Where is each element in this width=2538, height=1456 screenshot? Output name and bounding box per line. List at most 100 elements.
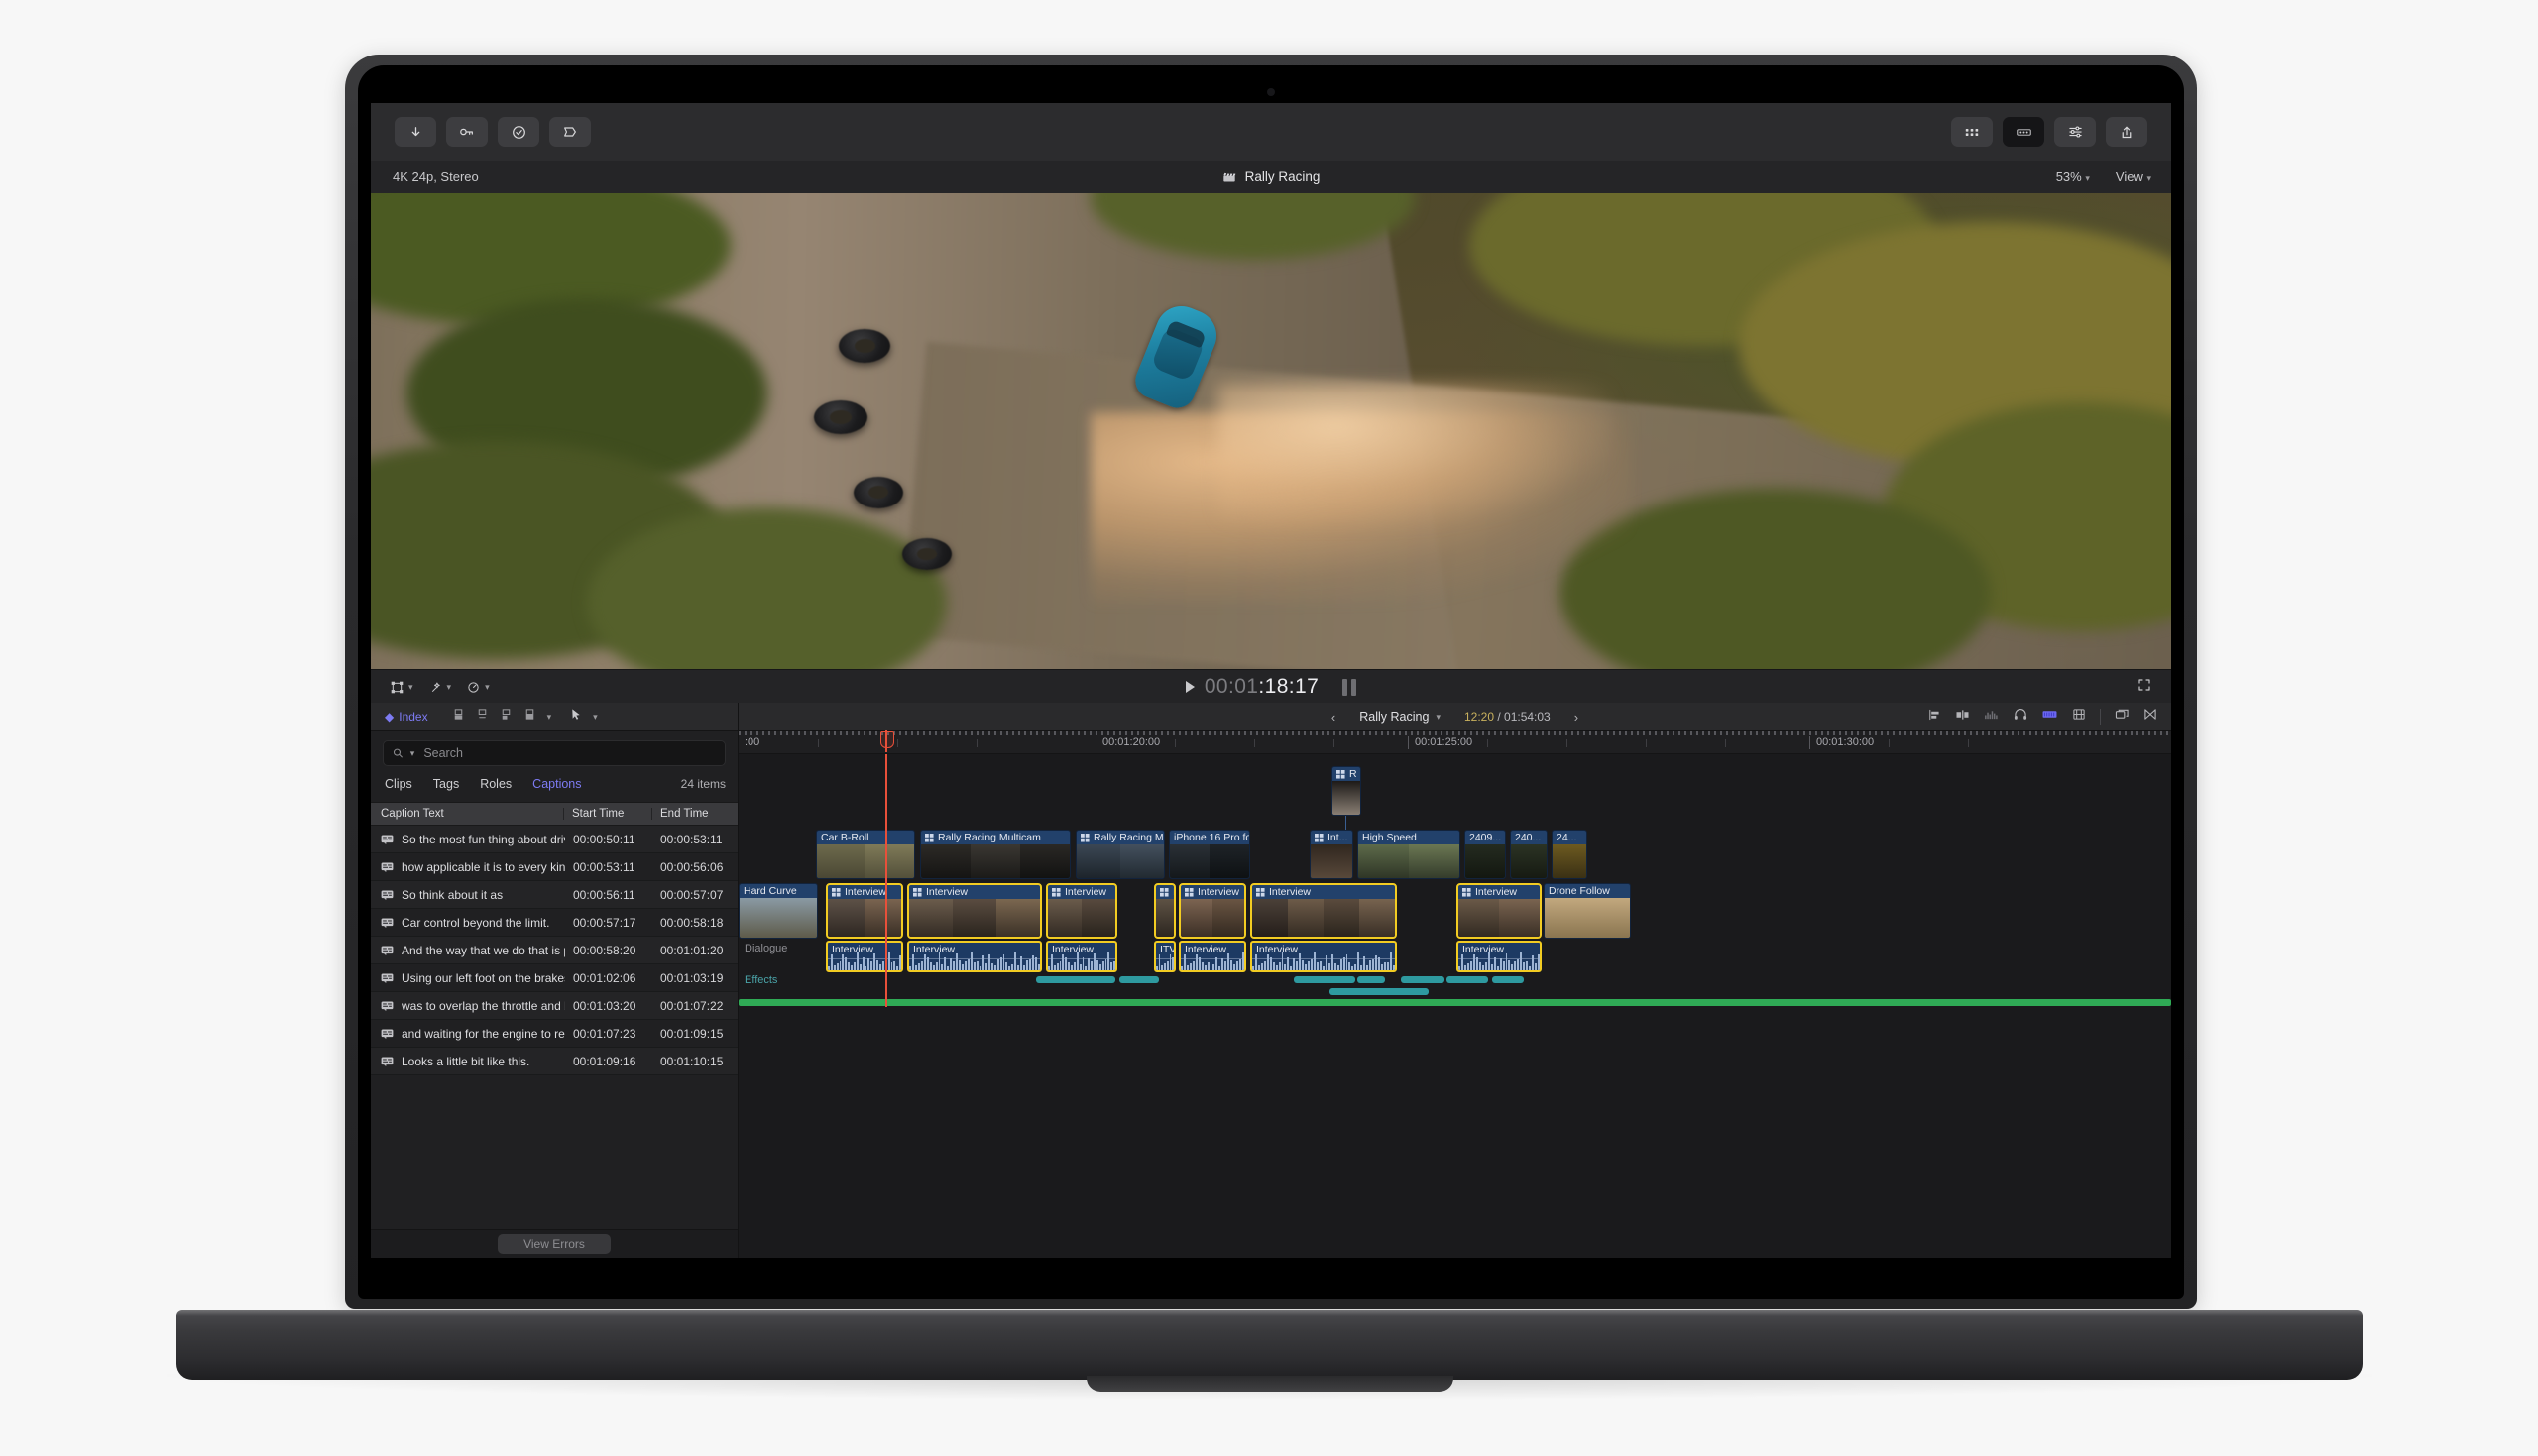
previous-project-button[interactable]: ‹ — [1331, 710, 1335, 725]
caption-row[interactable]: So the most fun thing about driving a ra… — [371, 826, 738, 853]
effect-bar[interactable] — [1357, 976, 1385, 983]
audio-clip[interactable]: Interview — [1250, 941, 1397, 972]
clip-appearance-small-button[interactable] — [452, 708, 465, 726]
timeline-clip[interactable]: R — [1331, 766, 1361, 816]
timeline-clip[interactable]: Interview — [1046, 883, 1117, 939]
clip-thumbnails — [909, 899, 1040, 937]
audio-clip[interactable]: Interview — [1046, 941, 1117, 972]
clip-label: Drone Follow — [1549, 885, 1610, 897]
timeline-clip[interactable]: iPhone 16 Pro fo... — [1169, 830, 1250, 879]
share-button[interactable] — [2106, 117, 2147, 147]
effect-bar[interactable] — [1446, 976, 1488, 983]
select-tool-button[interactable] — [570, 708, 582, 726]
clip-label: 240... — [1515, 832, 1542, 843]
waveform — [1181, 949, 1244, 970]
timeline-clip[interactable]: Interview — [1179, 883, 1246, 939]
tab-captions[interactable]: Captions — [532, 777, 581, 791]
chevron-down-icon[interactable]: ▾ — [593, 712, 598, 723]
effect-bar[interactable] — [1294, 976, 1355, 983]
pause-icon[interactable] — [1342, 678, 1357, 696]
caption-row[interactable]: Using our left foot on the brakes allows… — [371, 964, 738, 992]
audio-clip[interactable]: Interview — [826, 941, 903, 972]
caption-row[interactable]: Looks a little bit like this. 00:01:09:16… — [371, 1048, 738, 1075]
audio-clip[interactable]: Interview — [1456, 941, 1542, 972]
audio-clip[interactable]: Interview — [907, 941, 1042, 972]
timeline-clip[interactable]: Car B-Roll — [816, 830, 915, 879]
play-icon[interactable] — [1185, 681, 1195, 693]
caption-text-cell: Using our left foot on the brakes allows — [371, 971, 565, 985]
tab-clips[interactable]: Clips — [385, 777, 412, 791]
timeline-project-menu[interactable]: Rally Racing ▾ — [1359, 710, 1441, 724]
timeline-clip[interactable]: Rally Racing Multicam — [920, 830, 1071, 879]
caption-end-time: 00:00:57:07 — [660, 887, 724, 902]
caption-row[interactable]: Car control beyond the limit. 00:00:57:17… — [371, 909, 738, 937]
audio-clip[interactable]: ITV — [1154, 941, 1176, 972]
ruler-label: :00 — [745, 736, 760, 748]
timeline-clip[interactable]: Interview — [907, 883, 1042, 939]
timeline-clip[interactable]: Interview — [826, 883, 903, 939]
caption-row[interactable]: and waiting for the engine to respond. 00… — [371, 1020, 738, 1048]
browser-button[interactable] — [1951, 117, 1993, 147]
multicam-icon — [1081, 833, 1090, 842]
effect-bar[interactable] — [1329, 988, 1429, 995]
favorite-button[interactable] — [498, 117, 539, 147]
timeline-button[interactable] — [2003, 117, 2044, 147]
caption-row[interactable]: So think about it as 00:00:56:11 00:00:57:… — [371, 881, 738, 909]
effect-bar[interactable] — [1401, 976, 1444, 983]
playhead-timecode[interactable]: 00:01:18:17 — [1205, 675, 1319, 699]
viewer-canvas[interactable]: Transcribing to Captions... × Adding Cap… — [371, 193, 2171, 669]
column-end-time[interactable]: End Time — [651, 808, 738, 820]
timeline-lanes[interactable]: R Car B-Roll Rally Racing Multicam Rally… — [739, 754, 2171, 1007]
timeline-clip[interactable]: I — [1154, 883, 1176, 939]
view-errors-bar: View Errors — [371, 1229, 738, 1258]
inspector-button[interactable] — [2054, 117, 2096, 147]
caption-button[interactable] — [549, 117, 591, 147]
chevron-down-icon[interactable]: ▾ — [410, 748, 415, 759]
tab-roles[interactable]: Roles — [480, 777, 512, 791]
playhead[interactable] — [885, 754, 887, 1007]
timeline-clip[interactable]: Hard Curve — [739, 883, 818, 939]
effect-bar[interactable] — [1036, 976, 1115, 983]
clip-label: Interview — [1181, 885, 1244, 899]
next-project-button[interactable]: › — [1574, 710, 1578, 725]
view-errors-button[interactable]: View Errors — [498, 1234, 611, 1254]
timeline-clip[interactable]: Interview — [1456, 883, 1542, 939]
clip-appearance-filmstrip-button[interactable] — [523, 708, 536, 726]
import-media-button[interactable] — [395, 117, 436, 147]
waveform — [1458, 949, 1540, 970]
effect-bar[interactable] — [1492, 976, 1524, 983]
keyword-button[interactable] — [446, 117, 488, 147]
caption-row[interactable]: was to overlap the throttle and break so… — [371, 992, 738, 1020]
check-circle-icon — [512, 125, 525, 139]
chevron-down-icon[interactable]: ▾ — [547, 712, 552, 723]
clip-appearance-large-button[interactable] — [500, 708, 513, 726]
tab-tags[interactable]: Tags — [433, 777, 459, 791]
music-bar[interactable] — [739, 999, 2171, 1006]
caption-text-cell: And the way that we do that is primarily… — [371, 944, 565, 957]
effect-bar[interactable] — [1119, 976, 1159, 983]
audio-clip[interactable]: Interview — [1179, 941, 1246, 972]
caption-row[interactable]: And the way that we do that is primarily… — [371, 937, 738, 964]
timeline-clip[interactable]: 24... — [1552, 830, 1587, 879]
index-panel-toggle[interactable]: ◆ Index — [385, 710, 428, 724]
timeline-clip[interactable]: 2409... — [1464, 830, 1506, 879]
search-input[interactable] — [421, 745, 716, 761]
clip-thumbnails — [1511, 844, 1547, 878]
clip-appearance-medium-button[interactable] — [476, 708, 489, 726]
column-start-time[interactable]: Start Time — [563, 808, 651, 820]
multicam-icon — [1462, 887, 1471, 897]
timeline-clip[interactable]: Rally Racing Mul... — [1076, 830, 1165, 879]
playhead-handle[interactable] — [880, 731, 894, 748]
caption-row[interactable]: how applicable it is to every kind of dr… — [371, 853, 738, 881]
clip-thumbnails — [1332, 781, 1360, 815]
column-caption-text[interactable]: Caption Text — [371, 808, 563, 820]
timeline-clip[interactable]: Int... — [1310, 830, 1353, 879]
timeline-clip[interactable]: High Speed — [1357, 830, 1460, 879]
timeline-clip[interactable]: Interview — [1250, 883, 1397, 939]
timeline-ruler[interactable]: :00 00:01:20:00 00:01:25:00 00:01:30:00 — [739, 731, 2171, 754]
playhead-ruler[interactable] — [880, 730, 894, 752]
ruler-label: 00:01:25:00 — [1408, 736, 1472, 749]
timeline-clip[interactable]: Drone Follow — [1544, 883, 1631, 939]
timeline-clip[interactable]: 240... — [1510, 830, 1548, 879]
search-field-wrapper[interactable]: ▾ — [383, 740, 726, 766]
